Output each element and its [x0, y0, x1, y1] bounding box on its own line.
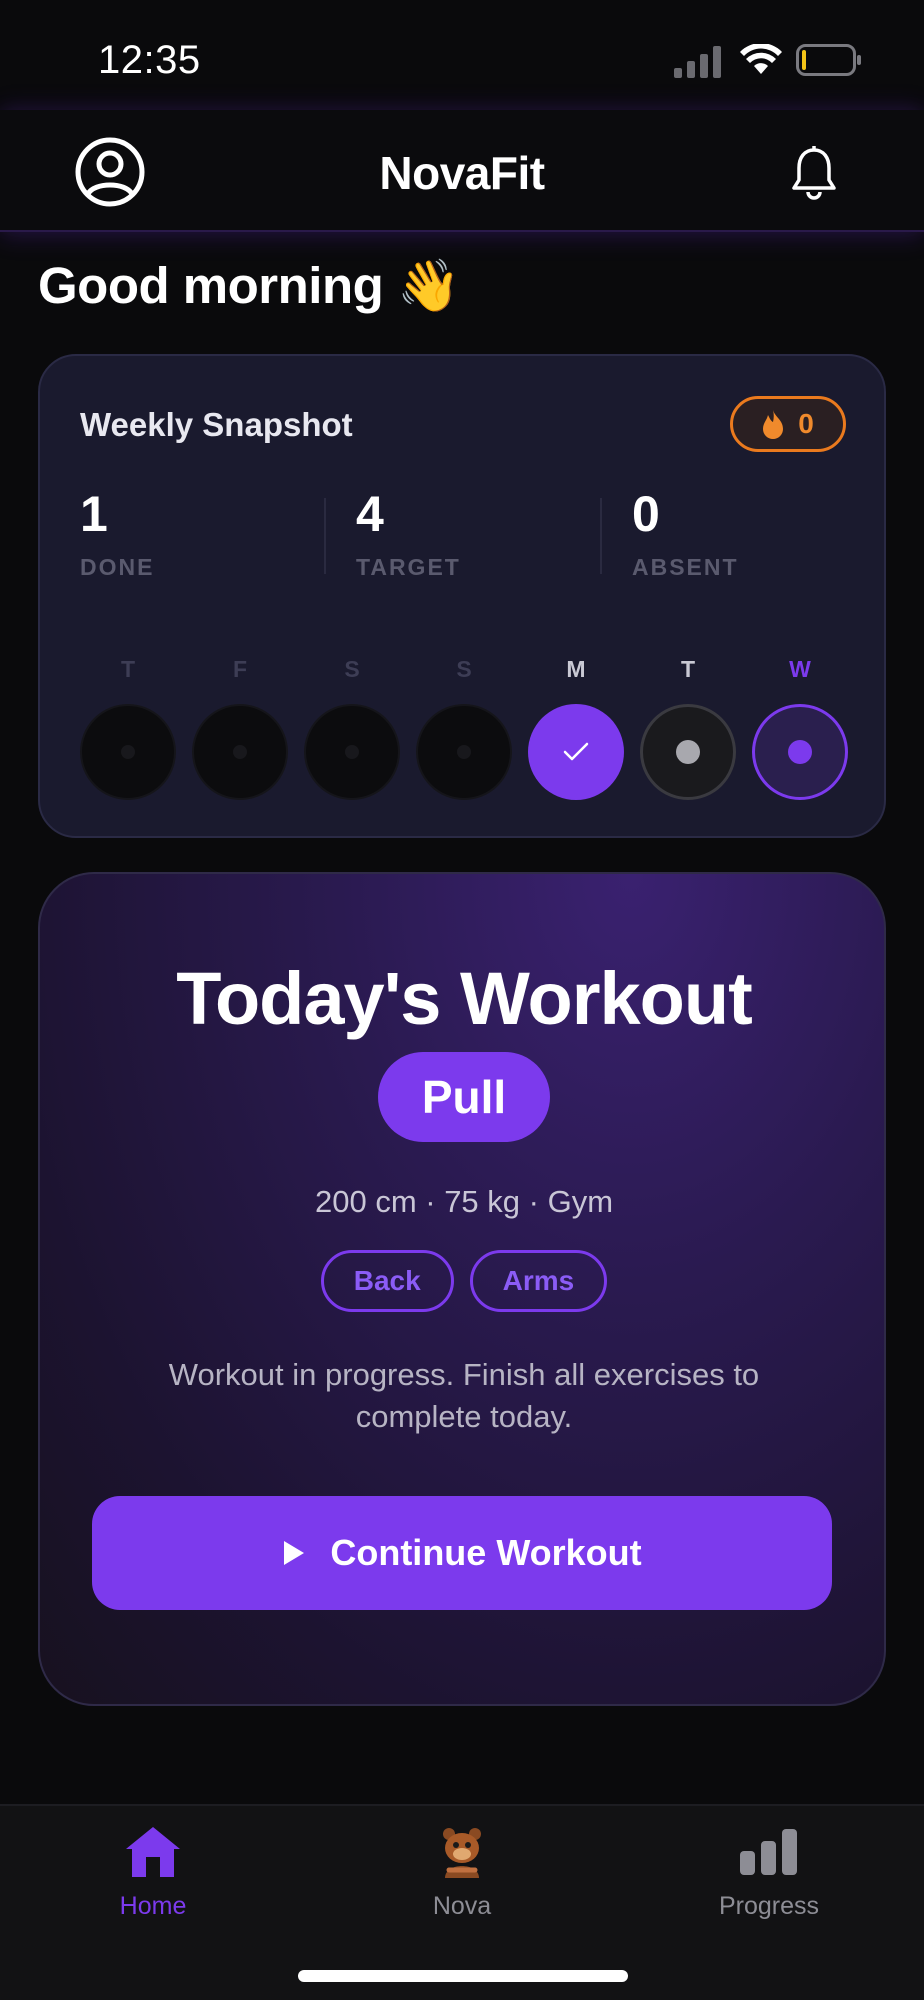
day-status-empty	[80, 704, 176, 800]
status-bar: 12:35	[0, 0, 924, 110]
stat-divider	[324, 498, 326, 574]
day-sunday[interactable]: S	[416, 656, 512, 800]
day-label: S	[344, 656, 360, 682]
home-screen: 12:35 NovaFit Good morning 👋 Weekly Snap…	[0, 0, 924, 2000]
bar-chart-icon	[740, 1829, 797, 1875]
day-label: T	[120, 656, 136, 682]
battery-icon	[796, 44, 861, 76]
day-status-pending	[640, 704, 736, 800]
streak-count: 0	[798, 408, 814, 439]
workout-heading: Today's Workout	[176, 957, 752, 1040]
muscle-tags: Back Arms	[40, 1250, 888, 1312]
muscle-tag-back: Back	[320, 1250, 454, 1312]
tab-label: Home	[119, 1892, 187, 1920]
tab-label: Progress	[718, 1892, 820, 1920]
stat-done: 1 DONE	[80, 486, 154, 581]
stat-target: 4 TARGET	[356, 486, 461, 581]
day-friday[interactable]: F	[192, 656, 288, 800]
day-saturday[interactable]: S	[304, 656, 400, 800]
day-tuesday-current-week[interactable]: T	[640, 656, 736, 800]
tab-home[interactable]: Home	[53, 1822, 253, 1921]
day-label: F	[232, 656, 248, 682]
nova-mascot-icon	[443, 1828, 481, 1878]
checkmark-icon	[563, 742, 589, 761]
day-status-empty	[192, 704, 288, 800]
continue-workout-label: Continue Workout	[330, 1532, 642, 1573]
notification-bell-icon[interactable]	[790, 146, 838, 202]
status-time: 12:35	[98, 38, 201, 82]
house-icon	[126, 1827, 180, 1877]
stat-label: TARGET	[356, 554, 461, 580]
tab-nova[interactable]: Nova	[362, 1822, 562, 1921]
todays-workout-card: Today's Workout Pull 200 cm · 75 kg · Gy…	[38, 872, 886, 1706]
day-status-empty	[304, 704, 400, 800]
flame-icon	[763, 410, 784, 439]
workout-status-text: Workout in progress. Finish all exercise…	[168, 1357, 760, 1434]
greeting-heading: Good morning 👋	[38, 257, 460, 314]
snapshot-title: Weekly Snapshot	[80, 406, 353, 443]
home-indicator[interactable]	[298, 1970, 628, 1982]
stat-label: ABSENT	[632, 554, 739, 580]
stat-absent: 0 ABSENT	[632, 486, 739, 581]
day-status-today	[752, 704, 848, 800]
streak-badge: 0	[730, 396, 846, 452]
day-status-done	[528, 704, 624, 800]
tab-label: Nova	[432, 1892, 492, 1920]
workout-meta: 200 cm · 75 kg · Gym	[314, 1184, 614, 1219]
continue-workout-button[interactable]: Continue Workout	[92, 1496, 832, 1610]
day-label: S	[456, 656, 472, 682]
day-wednesday-today[interactable]: W	[752, 656, 848, 800]
app-title: NovaFit	[379, 147, 545, 199]
cellular-signal-icon	[674, 46, 721, 78]
stat-value: 0	[632, 486, 660, 542]
day-label: M	[566, 656, 586, 682]
tab-progress[interactable]: Progress	[669, 1822, 869, 1921]
workout-split-pill: Pull	[378, 1052, 550, 1142]
play-icon	[284, 1541, 305, 1565]
stat-value: 4	[356, 486, 384, 542]
day-label: W	[789, 656, 811, 682]
stat-divider	[600, 498, 602, 574]
stat-value: 1	[80, 486, 108, 542]
app-header: NovaFit	[0, 110, 924, 232]
weekly-snapshot-card: Weekly Snapshot 0 1 DONE 4 TARGET 0 ABSE…	[38, 354, 886, 838]
muscle-tag-arms: Arms	[469, 1250, 608, 1312]
day-monday[interactable]: M	[528, 656, 624, 800]
wifi-icon	[740, 44, 782, 74]
day-status-empty	[416, 704, 512, 800]
day-tuesday[interactable]: T	[80, 656, 176, 800]
stat-label: DONE	[80, 554, 155, 580]
day-label: T	[680, 656, 696, 682]
